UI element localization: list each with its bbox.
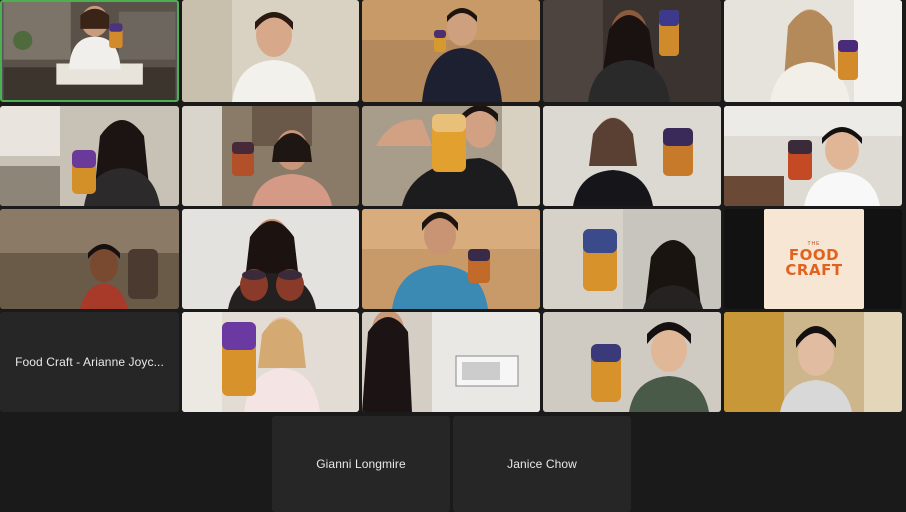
participant-video — [724, 312, 902, 412]
video-tile[interactable] — [182, 106, 359, 206]
food-craft-logo: THE FOOD CRAFT — [764, 209, 864, 309]
logo-line-2: CRAFT — [785, 260, 843, 279]
video-tile[interactable] — [724, 0, 902, 102]
participant-video — [0, 106, 179, 206]
video-tile[interactable] — [0, 106, 179, 206]
video-tile[interactable] — [724, 312, 902, 412]
video-tile[interactable] — [543, 312, 721, 412]
participant-video — [543, 209, 721, 309]
participant-video — [362, 209, 540, 309]
video-tile[interactable] — [0, 209, 179, 309]
participant-video — [543, 106, 721, 206]
participant-video — [543, 312, 721, 412]
participant-name-tile[interactable]: Gianni Longmire — [272, 416, 450, 512]
participant-video — [182, 312, 359, 412]
participant-video — [3, 2, 176, 100]
participant-name: Janice Chow — [507, 457, 577, 471]
participant-video — [362, 312, 540, 412]
participant-name: Food Craft - Arianne Joyc... — [15, 355, 164, 369]
video-tile[interactable] — [182, 312, 359, 412]
participant-video — [362, 106, 540, 206]
company-logo-tile[interactable]: THE FOOD CRAFT — [724, 209, 902, 309]
video-tile[interactable] — [543, 106, 721, 206]
participant-video — [182, 0, 359, 102]
participant-name-tile[interactable]: Food Craft - Arianne Joyc... — [0, 312, 179, 412]
video-tile[interactable] — [543, 209, 721, 309]
video-tile[interactable] — [182, 209, 359, 309]
participant-video — [543, 0, 721, 102]
participant-video — [0, 209, 179, 309]
video-tile[interactable] — [362, 0, 540, 102]
participant-name-tile[interactable]: Janice Chow — [453, 416, 631, 512]
video-tile[interactable] — [543, 0, 721, 102]
participant-video — [724, 0, 902, 102]
video-tile[interactable] — [0, 0, 179, 102]
participant-name: Gianni Longmire — [316, 457, 406, 471]
video-tile[interactable] — [362, 312, 540, 412]
video-tile[interactable] — [362, 209, 540, 309]
participant-video — [182, 106, 359, 206]
participant-video — [182, 209, 359, 309]
video-tile[interactable] — [182, 0, 359, 102]
participant-video — [362, 0, 540, 102]
video-tile[interactable] — [362, 106, 540, 206]
video-tile[interactable] — [724, 106, 902, 206]
participant-video — [724, 106, 902, 206]
